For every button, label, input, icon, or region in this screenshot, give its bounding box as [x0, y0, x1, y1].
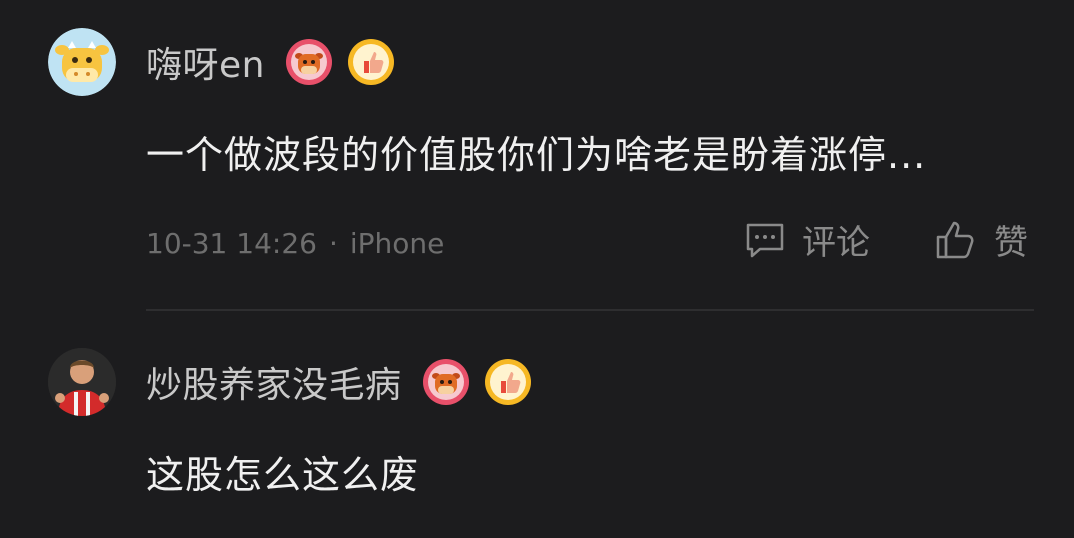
comment-item: 炒股养家没毛病 这股怎么这么废 [0, 330, 1074, 538]
thumbs-up-badge-icon[interactable] [484, 358, 532, 406]
divider [146, 309, 1034, 311]
comment-bubble-icon [746, 223, 784, 257]
thumbs-up-badge-icon[interactable] [347, 38, 395, 86]
thumbs-up-icon [936, 221, 974, 258]
username-row: 嗨呀en [146, 32, 395, 92]
comment-text: 一个做波段的价值股你们为啥老是盼着涨停... [146, 133, 927, 177]
like-button[interactable]: 赞 [934, 215, 1028, 264]
avatar[interactable] [48, 348, 116, 416]
like-button-label: 赞 [994, 223, 1028, 263]
comment-item: 嗨呀en 一个做波段的价值股你们为啥老是盼着涨停... 10-31 14:26 ·… [0, 0, 1074, 311]
username[interactable]: 炒股养家没毛病 [146, 356, 402, 408]
cow-badge-icon[interactable] [422, 358, 470, 406]
cow-badge-icon[interactable] [285, 38, 333, 86]
comment-meta: 10-31 14:26 · iPhone [146, 227, 444, 260]
comment-button-label: 评论 [802, 223, 870, 263]
timestamp: 10-31 14:26 [146, 227, 317, 260]
device-label: iPhone [349, 227, 445, 260]
meta-separator: · [328, 227, 338, 260]
comment-button[interactable]: 评论 [744, 215, 870, 264]
avatar[interactable] [48, 28, 116, 96]
comment-text: 这股怎么这么废 [146, 453, 420, 497]
username[interactable]: 嗨呀en [146, 36, 265, 88]
user-photo-avatar [48, 348, 116, 416]
username-row: 炒股养家没毛病 [146, 352, 532, 412]
cow-face-icon [48, 28, 116, 96]
